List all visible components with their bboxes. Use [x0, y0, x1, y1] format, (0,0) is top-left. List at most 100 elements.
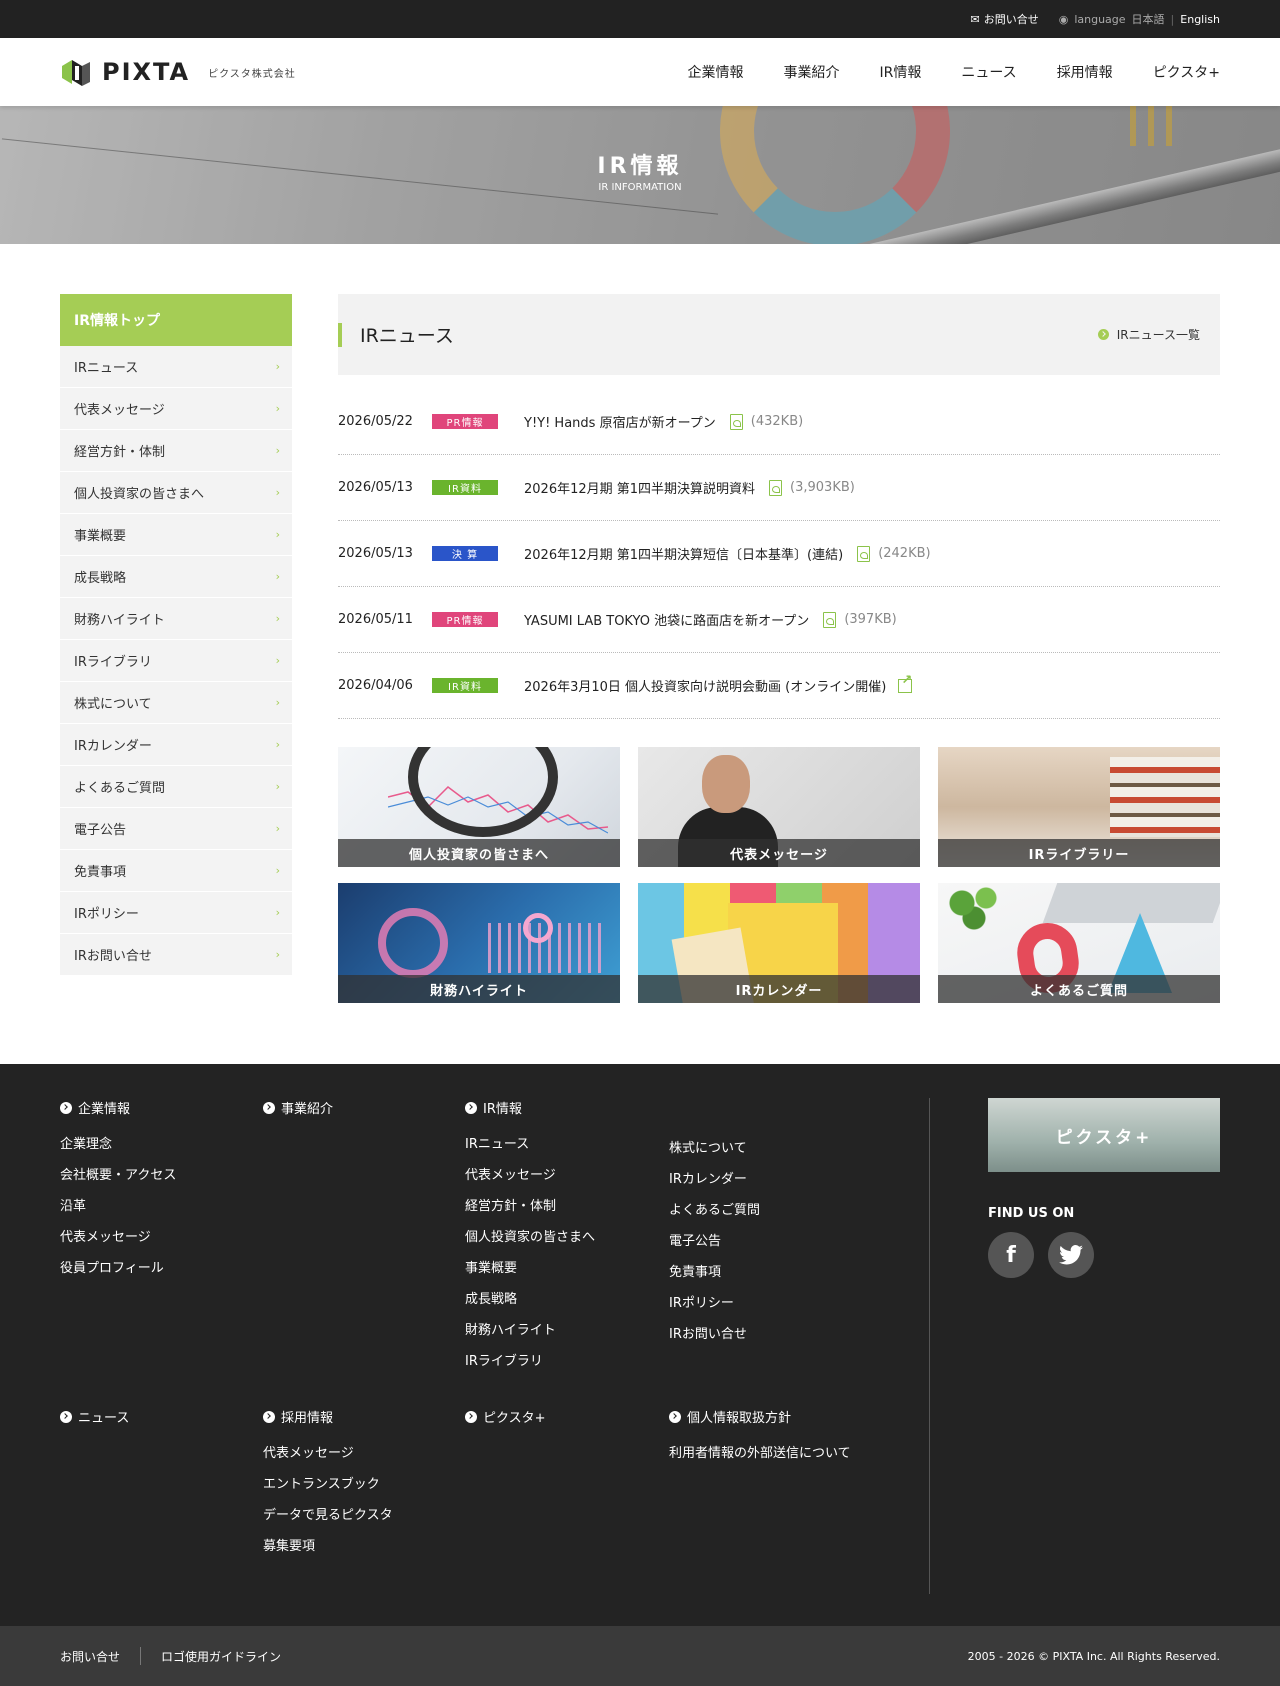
data-ring-graphic [523, 913, 553, 943]
news-title-link[interactable]: 2026年3月10日 個人投資家向け説明会動画 (オンライン開催) [524, 676, 886, 695]
ir-news-header: IRニュース IRニュース一覧 [338, 294, 1220, 375]
footer-link[interactable]: 募集要項 [263, 1529, 393, 1560]
footer-link[interactable]: よくあるご質問 [669, 1193, 760, 1224]
footer-link[interactable]: IRニュース [465, 1127, 595, 1158]
news-date: 2026/04/06 [338, 678, 413, 693]
nav-item-company[interactable]: 企業情報 [668, 62, 764, 82]
news-title-link[interactable]: YASUMI LAB TOKYO 池袋に路面店を新オープン [524, 610, 809, 629]
sidebar-item[interactable]: 免責事項 › [60, 850, 292, 892]
footer-link[interactable]: IRライブラリ [465, 1344, 595, 1375]
footer-head-label: 採用情報 [281, 1411, 334, 1426]
pixtaplus-banner[interactable]: ピクスタ+ [988, 1098, 1220, 1172]
news-row: 2026/05/13 IR資料 2026年12月期 第1四半期決算説明資料 (3,90… [338, 455, 1220, 521]
sidebar-item[interactable]: IRカレンダー › [60, 724, 292, 766]
sidebar-item[interactable]: よくあるご質問 › [60, 766, 292, 808]
footer-link[interactable]: 代表メッセージ [263, 1436, 393, 1467]
chevron-right-icon: › [275, 864, 280, 877]
sidebar-item-label: 電子公告 [74, 823, 127, 838]
news-title-link[interactable]: 2026年12月期 第1四半期決算短信〔日本基準〕(連結) [524, 544, 843, 563]
sidebar-item[interactable]: 成長戦略 › [60, 556, 292, 598]
ir-news-more-link[interactable]: IRニュース一覧 [1097, 326, 1200, 343]
sidebar-item[interactable]: 代表メッセージ › [60, 388, 292, 430]
footer-head-pixtaplus[interactable]: ピクスタ+ [465, 1407, 546, 1426]
bottom-contact-link[interactable]: お問い合せ [60, 1648, 120, 1665]
nav-item-news[interactable]: ニュース [941, 62, 1036, 82]
sidebar-item[interactable]: 株式について › [60, 682, 292, 724]
sidebar-item[interactable]: 個人投資家の皆さまへ › [60, 472, 292, 514]
news-date: 2026/05/13 [338, 546, 413, 561]
footer-link[interactable]: IRポリシー [669, 1286, 760, 1317]
sidebar-item[interactable]: IRお問い合せ › [60, 934, 292, 976]
nav-item-recruit[interactable]: 採用情報 [1037, 62, 1133, 82]
sidebar-head-ir-top[interactable]: IR情報トップ [60, 294, 292, 346]
footer-link[interactable]: 代表メッセージ [60, 1220, 176, 1251]
nav-item-business[interactable]: 事業紹介 [764, 62, 860, 82]
footer-head-privacy[interactable]: 個人情報取扱方針 [669, 1407, 851, 1426]
footer-link[interactable]: 企業理念 [60, 1127, 176, 1158]
tile-caption: 代表メッセージ [638, 839, 920, 867]
chevron-right-icon: › [275, 486, 280, 499]
sidebar-item[interactable]: 電子公告 › [60, 808, 292, 850]
logo-wordmark: PIXTA [102, 58, 191, 86]
nav-item-ir[interactable]: IR情報 [860, 62, 942, 82]
tile-faq[interactable]: よくあるご質問 [938, 883, 1220, 1003]
circle-arrow-icon [1097, 329, 1109, 340]
sidebar-item-label: 成長戦略 [74, 571, 127, 586]
footer-link[interactable]: 代表メッセージ [465, 1158, 595, 1189]
footer-link[interactable]: 株式について [669, 1131, 760, 1162]
chevron-right-icon: › [275, 360, 280, 373]
facebook-icon[interactable]: f [988, 1232, 1034, 1278]
site-logo[interactable]: PIXTA ピクスタ株式会社 [60, 56, 296, 88]
logo-guideline-link[interactable]: ロゴ使用ガイドライン [161, 1648, 281, 1665]
chevron-right-icon: › [275, 612, 280, 625]
sidebar-item[interactable]: 財務ハイライト › [60, 598, 292, 640]
twitter-icon[interactable] [1048, 1232, 1094, 1278]
footer-link[interactable]: 事業概要 [465, 1251, 595, 1282]
footer-link[interactable]: データで見るピクスタ [263, 1498, 393, 1529]
news-title-link[interactable]: Y!Y! Hands 原宿店が新オープン [524, 412, 716, 431]
tile-ir-library[interactable]: IRライブラリー [938, 747, 1220, 867]
footer-link[interactable]: 利用者情報の外部送信について [669, 1436, 851, 1467]
sidebar-item[interactable]: IRライブラリ › [60, 640, 292, 682]
tile-individual-investors[interactable]: 個人投資家の皆さまへ [338, 747, 620, 867]
site-header: PIXTA ピクスタ株式会社 企業情報 事業紹介 IR情報 ニュース 採用情報 … [0, 38, 1280, 106]
tile-financial-highlights[interactable]: 財務ハイライト [338, 883, 620, 1003]
footer-link[interactable]: 経営方針・体制 [465, 1189, 595, 1220]
lang-ja-link[interactable]: 日本語 [1132, 11, 1165, 27]
footer-head-ir[interactable]: IR情報 [465, 1098, 595, 1117]
ir-news-section: IRニュース IRニュース一覧 2026/05/22 PR情報 Y!Y! Hands… [338, 294, 1220, 1003]
tile-ceo-message[interactable]: 代表メッセージ [638, 747, 920, 867]
sidebar-item[interactable]: 経営方針・体制 › [60, 430, 292, 472]
sidebar-item[interactable]: IRポリシー › [60, 892, 292, 934]
footer-link[interactable]: IRお問い合せ [669, 1317, 760, 1348]
footer-head-company[interactable]: 企業情報 [60, 1098, 176, 1117]
footer-head-label: ニュース [78, 1411, 130, 1426]
news-file-size: (3,903KB) [790, 480, 855, 495]
footer-head-recruit[interactable]: 採用情報 [263, 1407, 393, 1426]
footer-link[interactable]: 沿革 [60, 1189, 176, 1220]
footer-link[interactable]: 個人投資家の皆さまへ [465, 1220, 595, 1251]
footer-link[interactable]: 役員プロフィール [60, 1251, 176, 1282]
page-subtitle: IR INFORMATION [598, 182, 682, 193]
circle-arrow-icon [465, 1410, 477, 1423]
footer-link[interactable]: 電子公告 [669, 1224, 760, 1255]
sidebar-item[interactable]: 事業概要 › [60, 514, 292, 556]
footer-head-news[interactable]: ニュース [60, 1407, 129, 1426]
footer-link[interactable]: IRカレンダー [669, 1162, 760, 1193]
nav-item-pixtaplus[interactable]: ピクスタ+ [1133, 62, 1220, 82]
news-title-link[interactable]: 2026年12月期 第1四半期決算説明資料 [524, 478, 755, 497]
footer-head-business[interactable]: 事業紹介 [263, 1098, 333, 1117]
footer-link[interactable]: 免責事項 [669, 1255, 760, 1286]
footer-link[interactable]: エントランスブック [263, 1467, 393, 1498]
chevron-right-icon: › [275, 444, 280, 457]
news-row: 2026/04/06 IR資料 2026年3月10日 個人投資家向け説明会動画 (オ… [338, 653, 1220, 719]
top-contact-link[interactable]: ✉ お問い合せ [971, 11, 1039, 27]
footer-link[interactable]: 会社概要・アクセス [60, 1158, 176, 1189]
lang-en-link[interactable]: English [1180, 13, 1220, 26]
tile-ir-calendar[interactable]: IRカレンダー [638, 883, 920, 1003]
chevron-right-icon: › [275, 654, 280, 667]
footer-link[interactable]: 成長戦略 [465, 1282, 595, 1313]
globe-icon: ◉ [1058, 12, 1069, 26]
sidebar-item[interactable]: IRニュース › [60, 346, 292, 388]
footer-link[interactable]: 財務ハイライト [465, 1313, 595, 1344]
